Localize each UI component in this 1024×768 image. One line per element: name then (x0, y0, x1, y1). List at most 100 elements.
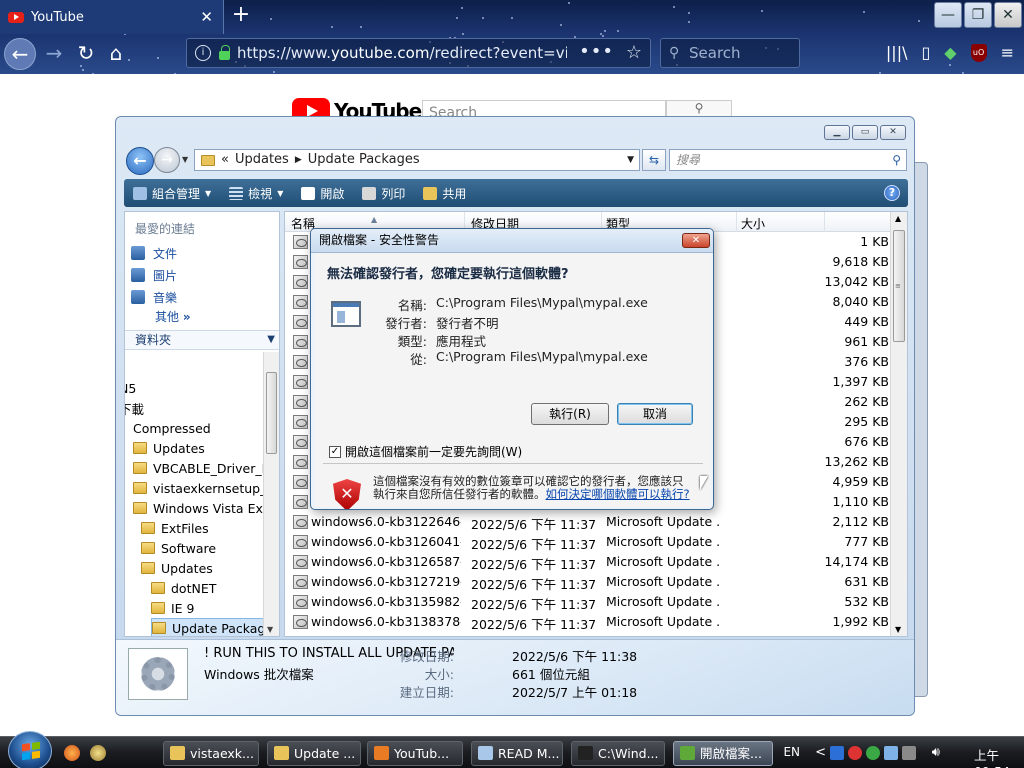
back-button[interactable]: ← (4, 38, 36, 70)
close-button[interactable]: ✕ (994, 2, 1022, 28)
run-button[interactable]: 執行(R) (531, 403, 609, 425)
update-package-icon (293, 375, 308, 389)
tree-item[interactable]: ExtFiles (141, 518, 209, 538)
tree-item[interactable]: Update Packages (151, 618, 279, 636)
table-row[interactable]: windows6.0-kb3126587-... 2022/5/6 下午 11:3… (285, 552, 891, 572)
scroll-down-icon[interactable]: ▼ (267, 625, 273, 634)
taskbar-button[interactable]: vistaexk... (163, 741, 259, 766)
tree-item[interactable]: Compressed (133, 418, 211, 438)
folders-header[interactable]: 資料夾 ▼ (125, 330, 279, 350)
minimize-button[interactable]: — (934, 2, 962, 28)
tree-item[interactable]: N5 (125, 378, 136, 398)
address-dropdown-icon[interactable]: ▼ (627, 150, 634, 170)
tree-item[interactable]: dotNET (151, 578, 216, 598)
taskbar-button[interactable]: C:\Wind... (571, 741, 665, 766)
app-quicklaunch-icon[interactable] (90, 745, 106, 761)
taskbar-button[interactable]: YouTub... (367, 741, 463, 766)
tree-item[interactable]: 下載 (125, 398, 144, 418)
reload-button[interactable]: ↻ (70, 38, 102, 70)
table-row[interactable]: windows6.0-kb3135982-... 2022/5/6 下午 11:3… (285, 592, 891, 612)
ublock-icon[interactable]: uO (970, 44, 987, 62)
toolbar-share[interactable]: 共用 (414, 185, 475, 202)
toolbar-views[interactable]: 檢視 ▼ (220, 185, 292, 202)
explorer-search-input[interactable]: 搜尋 ⚲ (669, 149, 907, 171)
toolbar-organize[interactable]: 組合管理 ▼ (124, 185, 220, 202)
bluetooth-icon[interactable] (830, 746, 844, 760)
search-input[interactable]: ⚲ Search (660, 38, 800, 68)
tree-item[interactable]: Windows Vista ExtKrn (133, 498, 279, 518)
checkbox-box[interactable]: ✓ (329, 445, 341, 458)
help-icon[interactable]: ? (884, 185, 900, 201)
taskbar-button[interactable]: Update ... (267, 741, 361, 766)
security-alert-icon[interactable] (848, 746, 862, 760)
explorer-close-button[interactable]: ✕ (880, 125, 906, 140)
breadcrumb-item-updates[interactable]: Updates (235, 150, 289, 170)
explorer-maximize-button[interactable]: ▭ (852, 125, 878, 140)
navigation-scrollbar[interactable]: ▼ (263, 352, 279, 636)
favorite-documents[interactable]: 文件 (131, 244, 177, 262)
clock[interactable]: 上午 09:54 (974, 745, 1010, 768)
taskbar-button[interactable]: READ M... (471, 741, 563, 766)
toolbar-print[interactable]: 列印 (353, 185, 414, 202)
update-icon[interactable] (866, 746, 880, 760)
volume-icon[interactable]: 🔊︎ (932, 745, 940, 760)
scroll-down-icon[interactable]: ▼ (895, 625, 901, 634)
maximize-button[interactable]: ❐ (964, 2, 992, 28)
table-row[interactable]: windows6.0-kb3126041-... 2022/5/6 下午 11:3… (285, 532, 891, 552)
cell-size: 676 KB (844, 434, 889, 449)
column-size[interactable]: 大小 (741, 215, 765, 232)
url-bar[interactable]: i https://www.youtube.com/redirect?event… (186, 38, 651, 68)
tree-item[interactable]: IE 9 (151, 598, 195, 618)
home-button[interactable]: ⌂ (100, 38, 132, 70)
language-indicator[interactable]: EN (783, 745, 800, 759)
tree-item[interactable]: VBCABLE_Driver_Pack (133, 458, 279, 478)
table-row[interactable]: windows6.0-kb3138378-... 2022/5/6 下午 11:3… (285, 612, 891, 632)
tray-expand-icon[interactable]: < (815, 745, 826, 760)
lock-icon (219, 44, 230, 60)
toolbar-share-label: 共用 (442, 186, 467, 201)
always-ask-checkbox[interactable]: ✓ 開啟這個檔案前一定要先詢問(W) (329, 443, 522, 460)
dialog-close-button[interactable]: ✕ (682, 233, 710, 248)
file-list-scrollbar[interactable]: ▲ ≡ ▼ (890, 212, 907, 636)
breadcrumb-item-update-packages[interactable]: Update Packages (308, 150, 420, 170)
taskbar-button[interactable]: 開啟檔案... (673, 741, 773, 766)
cancel-button[interactable]: 取消 (617, 403, 693, 425)
explorer-forward-button[interactable]: → (154, 147, 180, 173)
power-icon[interactable] (902, 746, 916, 760)
help-link[interactable]: 如何決定哪個軟體可以執行? (546, 487, 690, 501)
scroll-up-icon[interactable]: ▲ (895, 214, 901, 223)
library-icon[interactable]: |||\ (886, 38, 908, 68)
search-icon: ⚲ (669, 45, 680, 61)
breadcrumb[interactable]: « Updates ▶ Update Packages ▼ (194, 149, 640, 171)
recent-pages-dropdown-icon[interactable]: ▼ (182, 155, 188, 164)
field-name-value: C:\Program Files\Mypal\mypal.exe (436, 295, 648, 310)
favorite-music[interactable]: 音樂 (131, 288, 177, 306)
table-row[interactable]: windows6.0-kb3127219-... 2022/5/6 下午 11:3… (285, 572, 891, 592)
tree-item[interactable]: vistaexkernsetup_101 (133, 478, 279, 498)
forward-button[interactable]: → (38, 38, 70, 70)
info-icon[interactable]: i (195, 45, 211, 61)
explorer-minimize-button[interactable]: ▁ (824, 125, 850, 140)
breadcrumb-overflow[interactable]: « (221, 150, 229, 170)
scrollbar-thumb[interactable] (266, 372, 277, 454)
bookmark-star-icon[interactable]: ☆ (626, 42, 642, 63)
network-icon[interactable] (884, 746, 898, 760)
page-actions-icon[interactable]: ••• (579, 41, 614, 62)
tree-item[interactable]: Updates (133, 438, 205, 458)
extension-icon[interactable]: ◆ (944, 38, 956, 68)
favorites-more-link[interactable]: 其他 » (155, 308, 191, 325)
tree-item[interactable]: Updates (141, 558, 213, 578)
menu-icon[interactable]: ≡ (1001, 38, 1014, 68)
new-tab-button[interactable]: + (230, 4, 252, 28)
sidebar-icon[interactable]: ▯ (921, 38, 930, 68)
start-button[interactable] (8, 731, 52, 768)
favorite-pictures[interactable]: 圖片 (131, 266, 177, 284)
toolbar-open[interactable]: 開啟 (292, 185, 353, 202)
table-row[interactable]: windows6.0-kb3122646-... 2022/5/6 下午 11:3… (285, 512, 891, 532)
explorer-back-button[interactable]: ← (126, 147, 154, 175)
firefox-quicklaunch-icon[interactable] (64, 745, 80, 761)
tab-close-icon[interactable]: ✕ (200, 8, 213, 26)
tree-item[interactable]: Software (141, 538, 216, 558)
refresh-button[interactable]: ⇆ (642, 149, 666, 171)
browser-tab[interactable]: YouTube ✕ (0, 0, 224, 34)
